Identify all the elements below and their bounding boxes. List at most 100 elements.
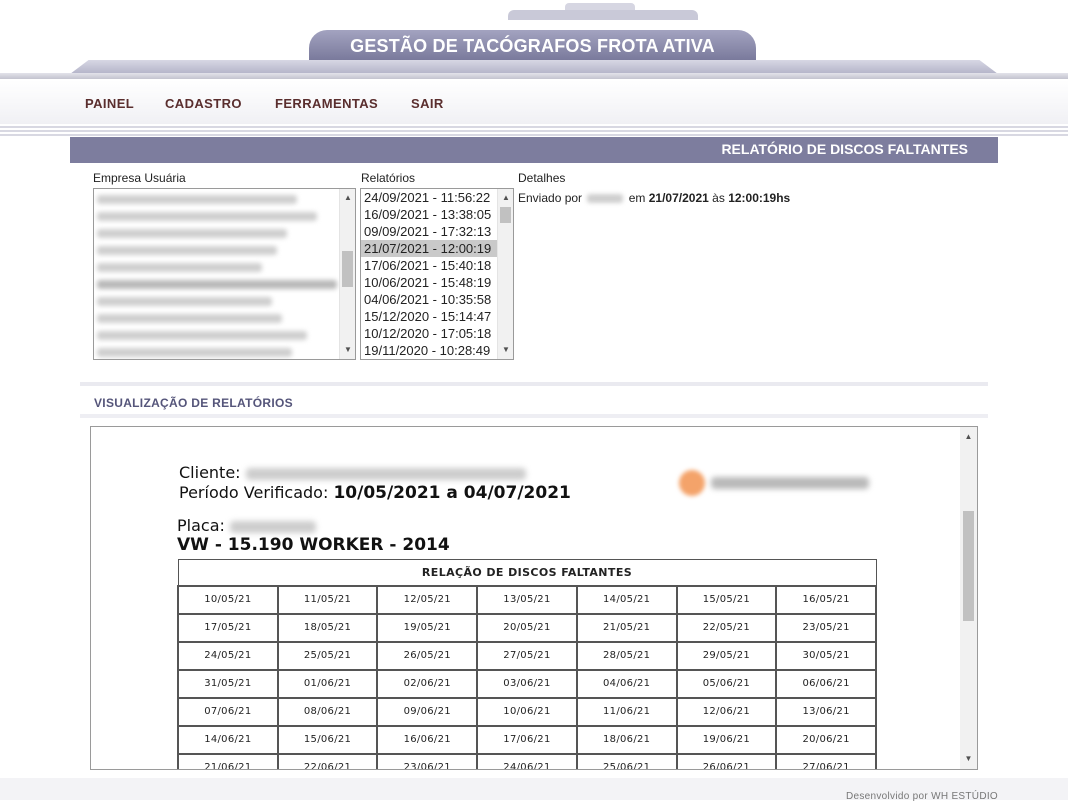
relatorios-label: Relatórios (361, 171, 416, 185)
relatorios-listbox[interactable]: 24/09/2021 - 11:56:22 16/09/2021 - 13:38:… (360, 188, 514, 360)
nav-divider (0, 124, 1068, 136)
details-date: 21/07/2021 (648, 191, 709, 205)
date-cell: 18/06/21 (575, 724, 678, 755)
table-row: 14/06/21 15/06/21 16/06/21 17/06/21 18/06/21… (177, 724, 877, 755)
scroll-thumb[interactable] (963, 511, 974, 621)
redacted-logo-text (711, 477, 869, 489)
scroll-thumb[interactable] (342, 251, 353, 287)
date-cell: 05/06/21 (675, 668, 778, 699)
table-row: 17/05/21 18/05/21 19/05/21 20/05/21 21/05/21… (177, 612, 877, 643)
report-viewer[interactable]: Cliente: Período Verificado: 10/05/2021 … (90, 426, 978, 770)
report-list-item[interactable]: 15/12/2020 - 15:14:47 (361, 308, 513, 325)
redacted-company[interactable] (97, 314, 282, 323)
date-cell: 25/05/21 (276, 640, 379, 671)
report-list-item[interactable]: 21/07/2021 - 12:00:19 (361, 240, 513, 257)
details-text: Enviado por em 21/07/2021 às 12:00:19hs (518, 191, 790, 205)
section-bar: RELATÓRIO DE DISCOS FALTANTES (70, 137, 998, 163)
viewer-scrollbar[interactable]: ▲ ▼ (960, 427, 977, 769)
missing-discs-table: RELAÇÃO DE DISCOS FALTANTES 10/05/21 11/0… (177, 559, 877, 769)
viz-frame (80, 382, 988, 386)
report-list-item[interactable]: 19/11/2020 - 10:28:49 (361, 342, 513, 359)
date-cell: 15/06/21 (276, 724, 379, 755)
periodo-label: Período Verificado: (179, 483, 329, 502)
redacted-company[interactable] (97, 297, 272, 306)
redacted-company[interactable] (97, 246, 277, 255)
redacted-company[interactable] (97, 195, 297, 204)
date-cell: 26/05/21 (376, 640, 479, 671)
table-row: 07/06/21 08/06/21 09/06/21 10/06/21 11/06/21… (177, 696, 877, 727)
details-time: 12:00:19hs (728, 191, 791, 205)
scroll-thumb[interactable] (500, 207, 511, 223)
date-cell: 02/06/21 (376, 668, 479, 699)
header-band (70, 60, 998, 74)
report-list-item[interactable]: 04/06/2021 - 10:35:58 (361, 291, 513, 308)
viz-label: VISUALIZAÇÃO DE RELATÓRIOS (94, 396, 293, 410)
date-cell: 23/06/21 (376, 752, 479, 769)
date-cell: 04/06/21 (575, 668, 678, 699)
nav-item-sair[interactable]: SAIR (411, 96, 444, 111)
date-cell: 27/06/21 (775, 752, 877, 769)
section-title: RELATÓRIO DE DISCOS FALTANTES (721, 141, 968, 157)
nav-item-cadastro[interactable]: CADASTRO (165, 96, 242, 111)
date-cell: 19/06/21 (675, 724, 778, 755)
redacted-company[interactable] (97, 331, 307, 340)
date-cell: 15/05/21 (675, 584, 778, 615)
report-list-item[interactable]: 16/09/2021 - 13:38:05 (361, 206, 513, 223)
redacted-company[interactable] (97, 263, 262, 272)
date-cell: 23/05/21 (775, 612, 877, 643)
redacted-company-selected[interactable] (97, 280, 337, 289)
app-title: GESTÃO DE TACÓGRAFOS FROTA ATIVA (309, 30, 756, 60)
report-list-item[interactable]: 10/12/2020 - 17:05:18 (361, 325, 513, 342)
scroll-down-arrow-icon[interactable]: ▼ (498, 343, 513, 357)
report-list-item[interactable]: 24/09/2021 - 11:56:22 (361, 189, 513, 206)
date-cell: 11/05/21 (276, 584, 379, 615)
header-line (0, 73, 1068, 79)
date-cell: 13/05/21 (476, 584, 578, 615)
detalhes-label: Detalhes (518, 171, 566, 185)
cliente-label: Cliente: (179, 463, 241, 482)
date-cell: 10/06/21 (476, 696, 578, 727)
date-cell: 30/05/21 (775, 640, 877, 671)
date-cell: 24/05/21 (177, 640, 279, 671)
empresa-scrollbar[interactable]: ▲ ▼ (339, 189, 355, 359)
table-row: 24/05/21 25/05/21 26/05/21 27/05/21 28/05/21… (177, 640, 877, 671)
date-cell: 14/06/21 (177, 724, 279, 755)
redacted-company[interactable] (97, 348, 292, 357)
redacted-company[interactable] (97, 212, 317, 221)
empresa-listbox[interactable]: ▲ ▼ (93, 188, 356, 360)
nav-item-painel[interactable]: PAINEL (85, 96, 134, 111)
date-cell: 06/06/21 (775, 668, 877, 699)
date-cell: 18/05/21 (276, 612, 379, 643)
scroll-up-arrow-icon[interactable]: ▲ (498, 191, 513, 205)
header: GESTÃO DE TACÓGRAFOS FROTA ATIVA (0, 0, 1068, 80)
relatorios-scrollbar[interactable]: ▲ ▼ (497, 189, 513, 359)
date-cell: 25/06/21 (575, 752, 678, 769)
date-cell: 21/06/21 (177, 752, 279, 769)
scroll-up-arrow-icon[interactable]: ▲ (340, 191, 355, 205)
redacted-client (245, 467, 526, 480)
table-title: RELAÇÃO DE DISCOS FALTANTES (177, 559, 877, 586)
report-list-item[interactable]: 09/09/2021 - 17:32:13 (361, 223, 513, 240)
date-cell: 17/05/21 (177, 612, 279, 643)
report-list-item[interactable]: 10/06/2021 - 15:48:19 (361, 274, 513, 291)
report-periodo: Período Verificado: 10/05/2021 a 04/07/2… (179, 483, 571, 503)
scroll-down-arrow-icon[interactable]: ▼ (340, 343, 355, 357)
scroll-up-arrow-icon[interactable]: ▲ (960, 429, 977, 445)
date-cell: 27/05/21 (476, 640, 578, 671)
report-placa: Placa: (177, 516, 316, 535)
report-cliente: Cliente: (179, 463, 526, 482)
nav-item-ferramentas[interactable]: FERRAMENTAS (275, 96, 378, 111)
date-cell: 13/06/21 (775, 696, 877, 727)
relatorios-list: 24/09/2021 - 11:56:22 16/09/2021 - 13:38:… (361, 189, 513, 359)
scroll-down-arrow-icon[interactable]: ▼ (960, 751, 977, 767)
logo-icon (679, 470, 705, 496)
date-cell: 09/06/21 (376, 696, 479, 727)
redacted-company[interactable] (97, 229, 287, 238)
date-cell: 07/06/21 (177, 696, 279, 727)
date-cell: 26/06/21 (675, 752, 778, 769)
table-row: 31/05/21 01/06/21 02/06/21 03/06/21 04/06/21… (177, 668, 877, 699)
date-cell: 16/05/21 (775, 584, 877, 615)
date-cell: 01/06/21 (276, 668, 379, 699)
date-cell: 22/05/21 (675, 612, 778, 643)
report-list-item[interactable]: 17/06/2021 - 15:40:18 (361, 257, 513, 274)
